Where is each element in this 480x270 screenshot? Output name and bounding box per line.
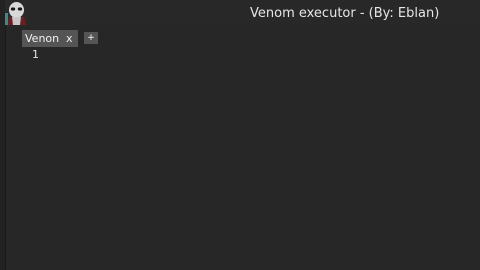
code-editor[interactable]: 1	[22, 47, 480, 270]
venom-avatar-icon	[5, 1, 28, 25]
add-tab-button[interactable]: +	[84, 32, 98, 44]
tab-venon[interactable]: Venon x	[22, 30, 78, 47]
tab-close-button[interactable]: x	[66, 30, 73, 47]
line-number: 1	[32, 48, 39, 61]
app-window: Venom executor - (By: Eblan) Venon x + 1	[0, 0, 480, 270]
left-edge-strip	[0, 0, 6, 270]
tab-label: Venon	[25, 32, 60, 45]
window-title: Venom executor - (By: Eblan)	[250, 6, 440, 21]
